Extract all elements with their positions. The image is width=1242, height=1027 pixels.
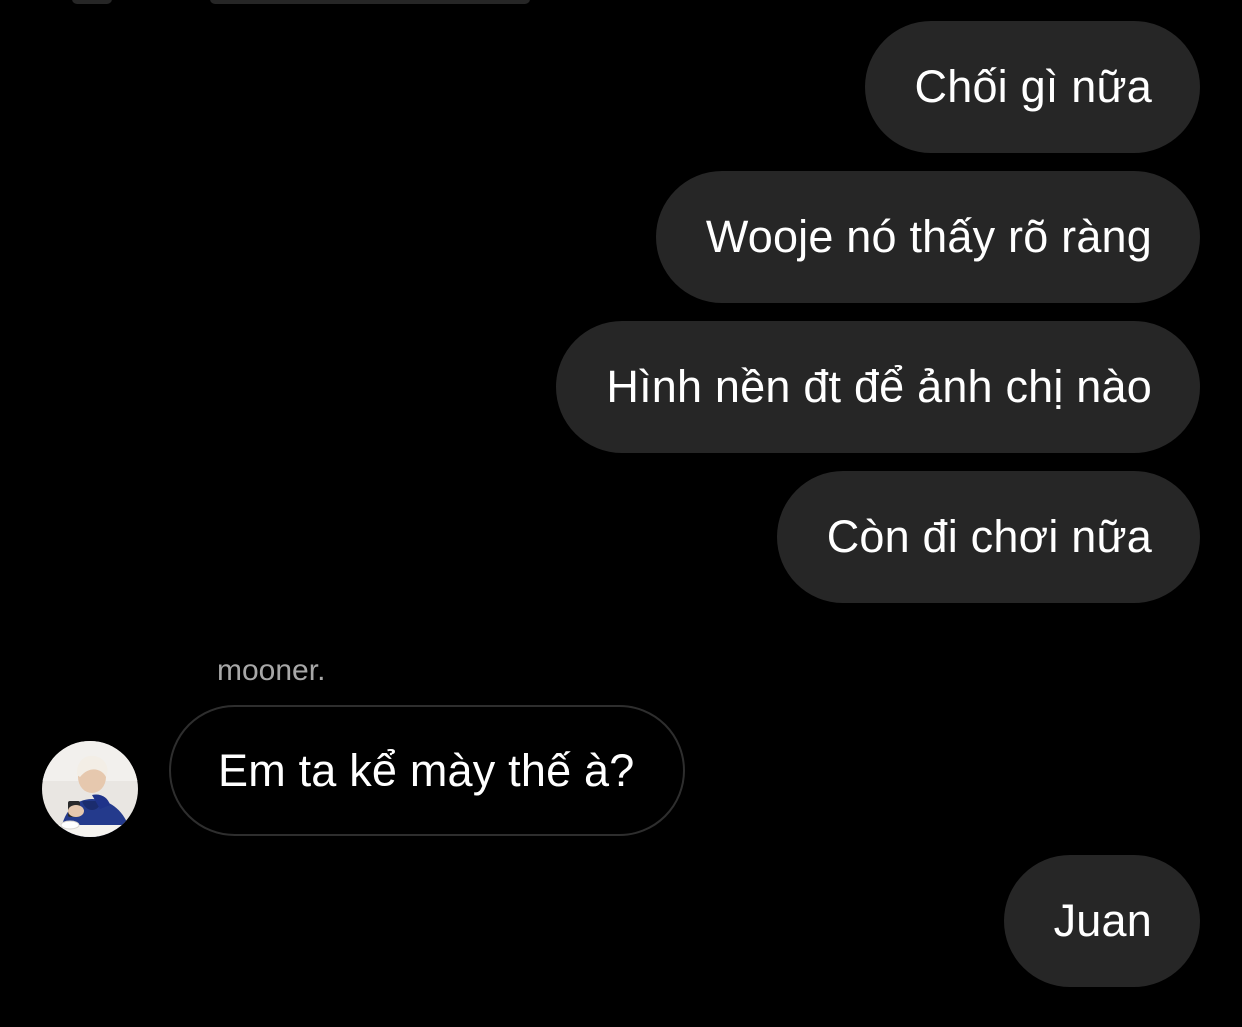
avatar-photo-icon <box>42 741 138 837</box>
message-text: Juan <box>1053 895 1152 946</box>
message-text: Em ta kể mày thế à? <box>218 744 635 796</box>
message-text: Còn đi chơi nữa <box>826 511 1152 562</box>
message-text: Wooje nó thấy rõ ràng <box>705 211 1152 262</box>
outgoing-message-bubble[interactable]: Wooje nó thấy rõ ràng <box>655 171 1200 303</box>
message-text: Chối gì nữa <box>914 61 1152 112</box>
incoming-message-bubble[interactable]: Em ta kể mày thế à? <box>169 705 685 836</box>
previous-bubble-remnant <box>210 0 530 4</box>
outgoing-message-bubble[interactable]: Juan <box>1003 855 1200 987</box>
previous-avatar-remnant <box>72 0 112 4</box>
outgoing-message-bubble[interactable]: Còn đi chơi nữa <box>776 471 1200 603</box>
sender-avatar[interactable] <box>42 741 138 837</box>
outgoing-message-bubble[interactable]: Hình nền đt để ảnh chị nào <box>556 321 1200 453</box>
sender-name: mooner. <box>217 654 326 687</box>
message-text: Hình nền đt để ảnh chị nào <box>606 361 1152 412</box>
outgoing-message-bubble[interactable]: Chối gì nữa <box>864 21 1200 153</box>
